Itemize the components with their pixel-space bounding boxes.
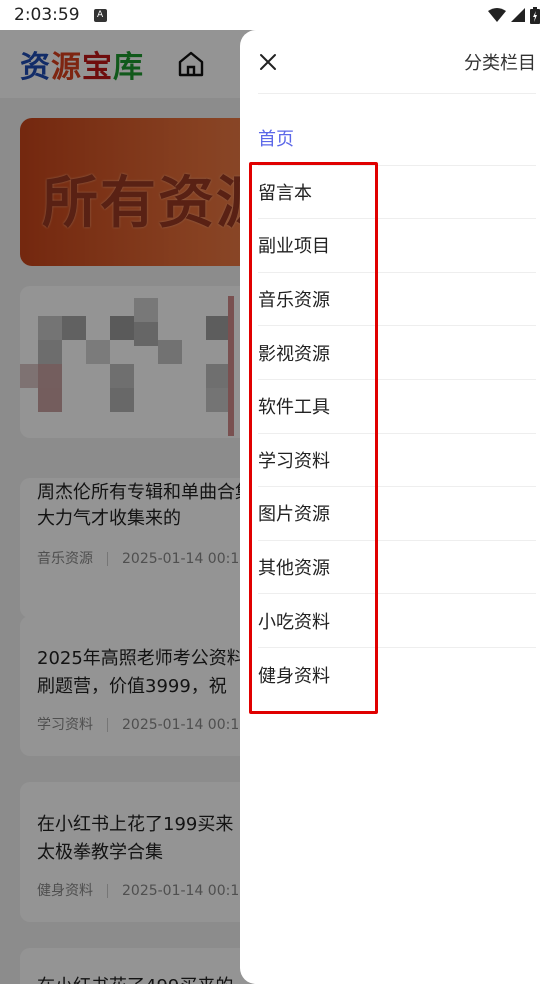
- drawer-header: 分类栏目: [258, 30, 536, 94]
- status-time: 2:03:59: [14, 5, 80, 25]
- menu-item-fitness[interactable]: 健身资料: [258, 648, 536, 702]
- battery-icon: [530, 6, 540, 24]
- signal-icon: [511, 8, 525, 22]
- category-menu: 首页 留言本 副业项目 音乐资源 影视资源 软件工具 学习资料 图片资源 其他资…: [258, 112, 536, 702]
- menu-item-study[interactable]: 学习资料: [258, 434, 536, 488]
- menu-item-home[interactable]: 首页: [258, 112, 536, 166]
- drawer-title: 分类栏目: [464, 52, 536, 74]
- menu-item-side-projects[interactable]: 副业项目: [258, 219, 536, 273]
- status-bar: 2:03:59 A: [0, 0, 554, 30]
- menu-item-music[interactable]: 音乐资源: [258, 273, 536, 327]
- menu-item-images[interactable]: 图片资源: [258, 487, 536, 541]
- menu-item-snacks[interactable]: 小吃资料: [258, 594, 536, 648]
- category-drawer: 分类栏目 首页 留言本 副业项目 音乐资源 影视资源 软件工具 学习资料 图片资…: [240, 30, 554, 984]
- menu-item-video[interactable]: 影视资源: [258, 326, 536, 380]
- menu-item-guestbook[interactable]: 留言本: [258, 166, 536, 220]
- notification-a-icon: A: [93, 8, 107, 22]
- menu-item-software[interactable]: 软件工具: [258, 380, 536, 434]
- status-icons: [488, 6, 540, 24]
- wifi-icon: [488, 8, 506, 22]
- menu-item-other[interactable]: 其他资源: [258, 541, 536, 595]
- close-icon[interactable]: [258, 52, 278, 72]
